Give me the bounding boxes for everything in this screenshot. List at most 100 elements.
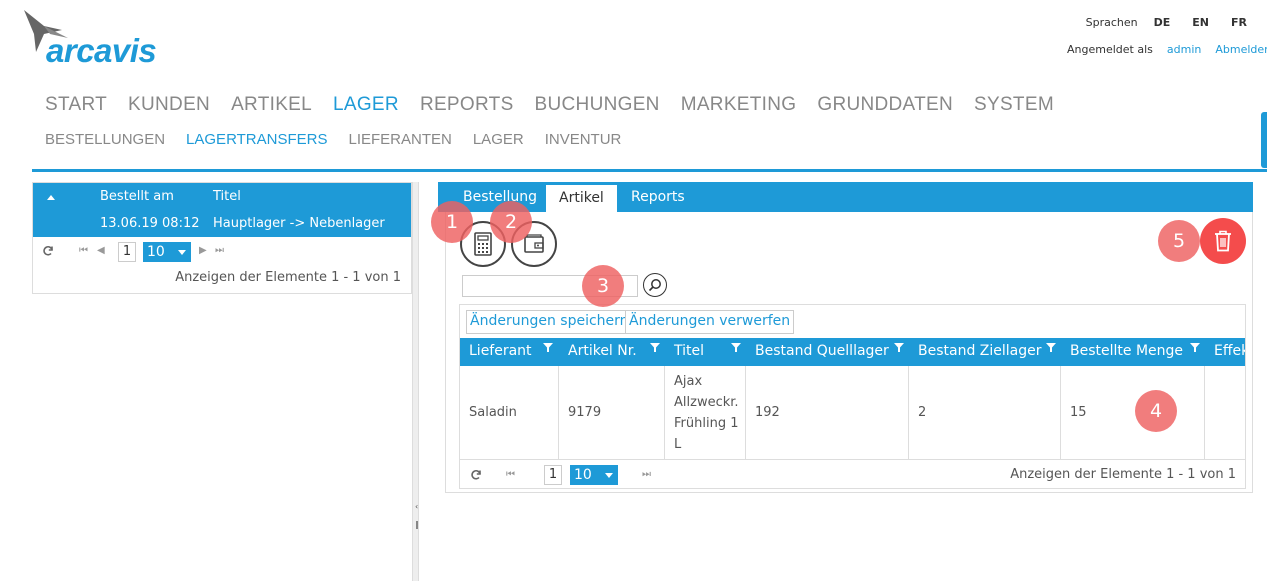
chevron-down-icon bbox=[605, 473, 613, 478]
tab-reports[interactable]: Reports bbox=[631, 189, 685, 205]
marker-3: 3 bbox=[582, 265, 624, 307]
nav-reports[interactable]: REPORTS bbox=[420, 94, 514, 116]
filter-icon[interactable] bbox=[894, 343, 904, 353]
languages-label: Sprachen bbox=[1085, 16, 1138, 29]
marker-2: 2 bbox=[490, 201, 532, 243]
cell-title: Ajax Allzweckr. Frühling 1 L bbox=[665, 366, 746, 459]
tab-artikel[interactable]: Artikel bbox=[546, 185, 617, 212]
grid-header: Lieferant Artikel Nr. Titel Bestand Quel… bbox=[460, 338, 1245, 366]
marker-4: 4 bbox=[1135, 390, 1177, 432]
nav-lager[interactable]: LAGER bbox=[333, 94, 399, 116]
cell-effective[interactable] bbox=[1205, 366, 1245, 459]
lang-fr[interactable]: FR bbox=[1231, 16, 1247, 29]
nav-system[interactable]: SYSTEM bbox=[974, 94, 1054, 116]
column-header-title[interactable]: Titel bbox=[213, 189, 241, 204]
filter-icon[interactable] bbox=[1046, 343, 1056, 353]
logout-link[interactable]: Abmelden bbox=[1215, 43, 1267, 56]
nav-buchungen[interactable]: BUCHUNGEN bbox=[535, 94, 660, 116]
filter-icon[interactable] bbox=[543, 343, 553, 353]
search-button[interactable] bbox=[643, 273, 667, 297]
marker-5: 5 bbox=[1158, 220, 1200, 262]
lang-de[interactable]: DE bbox=[1154, 16, 1171, 29]
filter-icon[interactable] bbox=[731, 343, 741, 353]
marker-1: 1 bbox=[431, 201, 473, 243]
subnav-lieferanten[interactable]: LIEFERANTEN bbox=[348, 131, 451, 148]
app-logo[interactable]: arcavis bbox=[22, 8, 172, 69]
refresh-icon[interactable] bbox=[470, 469, 482, 481]
search-icon bbox=[648, 279, 661, 292]
calculator-icon bbox=[474, 232, 492, 256]
column-header-stock-source[interactable]: Bestand Quelllager bbox=[755, 343, 889, 359]
cell-article-no: 9179 bbox=[559, 366, 665, 459]
first-page-icon[interactable]: ⏮ bbox=[79, 245, 88, 256]
nav-marketing[interactable]: MARKETING bbox=[681, 94, 797, 116]
nav-grunddaten[interactable]: GRUNDDATEN bbox=[817, 94, 953, 116]
prev-page-icon[interactable]: ◀ bbox=[97, 245, 105, 256]
grid-footer-info: Anzeigen der Elemente 1 - 1 von 1 bbox=[175, 270, 401, 285]
column-header-title[interactable]: Titel bbox=[674, 343, 704, 359]
user-link[interactable]: admin bbox=[1167, 43, 1201, 56]
chevron-down-icon bbox=[178, 250, 186, 255]
subnav-lager[interactable]: LAGER bbox=[473, 131, 524, 148]
table-row[interactable]: Saladin 9179 Ajax Allzweckr. Frühling 1 … bbox=[460, 366, 1245, 459]
wallet-icon bbox=[524, 234, 544, 253]
first-page-icon[interactable]: ⏮ bbox=[506, 469, 515, 480]
nav-artikel[interactable]: ARTIKEL bbox=[231, 94, 312, 116]
panel-splitter[interactable]: ‹ ‖ bbox=[412, 182, 419, 581]
delete-button[interactable] bbox=[1200, 218, 1246, 264]
subnav-bestellungen[interactable]: BESTELLUNGEN bbox=[45, 131, 165, 148]
nav-kunden[interactable]: KUNDEN bbox=[128, 94, 210, 116]
main-nav: START KUNDEN ARTIKEL LAGER REPORTS BUCHU… bbox=[45, 94, 1075, 116]
logo-text: arcavis bbox=[46, 32, 157, 69]
column-header-stock-target[interactable]: Bestand Ziellager bbox=[918, 343, 1042, 359]
cell-stock-source: 192 bbox=[746, 366, 909, 459]
save-changes-button[interactable]: Änderungen speichern bbox=[466, 310, 633, 334]
column-header-effective[interactable]: Effektive bbox=[1214, 343, 1245, 359]
nav-divider bbox=[32, 169, 1267, 172]
page-size-value: 10 bbox=[147, 244, 165, 260]
page-size-select[interactable]: 10 bbox=[143, 242, 191, 262]
logged-in-label: Angemeldet als bbox=[1067, 43, 1153, 56]
page-number[interactable]: 1 bbox=[544, 465, 562, 485]
subnav-inventur[interactable]: INVENTUR bbox=[545, 131, 622, 148]
page-size-select[interactable]: 10 bbox=[570, 465, 618, 485]
splitter-grip-icon: ‹ ‖ bbox=[415, 502, 419, 529]
column-header-supplier[interactable]: Lieferant bbox=[469, 343, 532, 359]
nav-start[interactable]: START bbox=[45, 94, 107, 116]
row-title: Hauptlager -> Nebenlager bbox=[213, 216, 385, 231]
grid-pager: ⏮ 1 10 ⏭ Anzeigen der Elemente 1 - 1 von… bbox=[460, 459, 1245, 488]
refresh-icon[interactable] bbox=[42, 245, 54, 257]
row-date: 13.06.19 08:12 bbox=[100, 216, 200, 231]
transfer-list-grid: Bestellt am Titel 13.06.19 08:12 Hauptla… bbox=[32, 182, 412, 294]
lang-en[interactable]: EN bbox=[1192, 16, 1209, 29]
discard-changes-button[interactable]: Änderungen verwerfen bbox=[625, 310, 795, 334]
cell-stock-target[interactable]: 2 bbox=[909, 366, 1061, 459]
cell-supplier: Saladin bbox=[460, 366, 559, 459]
next-page-icon[interactable]: ▶ bbox=[199, 245, 207, 256]
sort-asc-icon[interactable] bbox=[47, 195, 55, 200]
last-page-icon[interactable]: ⏭ bbox=[215, 245, 224, 256]
title-line: Ajax bbox=[674, 373, 703, 389]
filter-icon[interactable] bbox=[650, 343, 660, 353]
table-row[interactable]: 13.06.19 08:12 Hauptlager -> Nebenlager bbox=[33, 210, 411, 237]
detail-tabs: Bestellung Artikel Reports bbox=[438, 182, 1253, 212]
grid-footer-info: Anzeigen der Elemente 1 - 1 von 1 bbox=[1010, 467, 1236, 482]
trash-icon bbox=[1215, 230, 1231, 252]
side-panel-handle[interactable] bbox=[1261, 112, 1267, 168]
grid-header: Bestellt am Titel bbox=[33, 183, 411, 210]
title-line: Frühling 1 bbox=[674, 415, 739, 431]
column-header-article-no[interactable]: Artikel Nr. bbox=[568, 343, 637, 359]
page-number[interactable]: 1 bbox=[118, 242, 136, 262]
sub-nav: BESTELLUNGEN LAGERTRANSFERS LIEFERANTEN … bbox=[45, 131, 642, 148]
cell-ordered[interactable]: 15 bbox=[1061, 366, 1205, 459]
filter-icon[interactable] bbox=[1190, 343, 1200, 353]
language-bar: Sprachen DE EN FR bbox=[1086, 16, 1247, 29]
column-header-ordered[interactable]: Bestellte Menge bbox=[1070, 343, 1183, 359]
last-page-icon[interactable]: ⏭ bbox=[642, 469, 651, 480]
title-line: L bbox=[674, 436, 682, 452]
article-grid: Änderungen speichern Änderungen verwerfe… bbox=[459, 304, 1246, 489]
column-header-date[interactable]: Bestellt am bbox=[100, 189, 174, 204]
grid-pager: ⏮ ◀ 1 10 ▶ ⏭ bbox=[33, 237, 411, 265]
page-size-value: 10 bbox=[574, 467, 592, 483]
subnav-lagertransfers[interactable]: LAGERTRANSFERS bbox=[186, 131, 327, 148]
